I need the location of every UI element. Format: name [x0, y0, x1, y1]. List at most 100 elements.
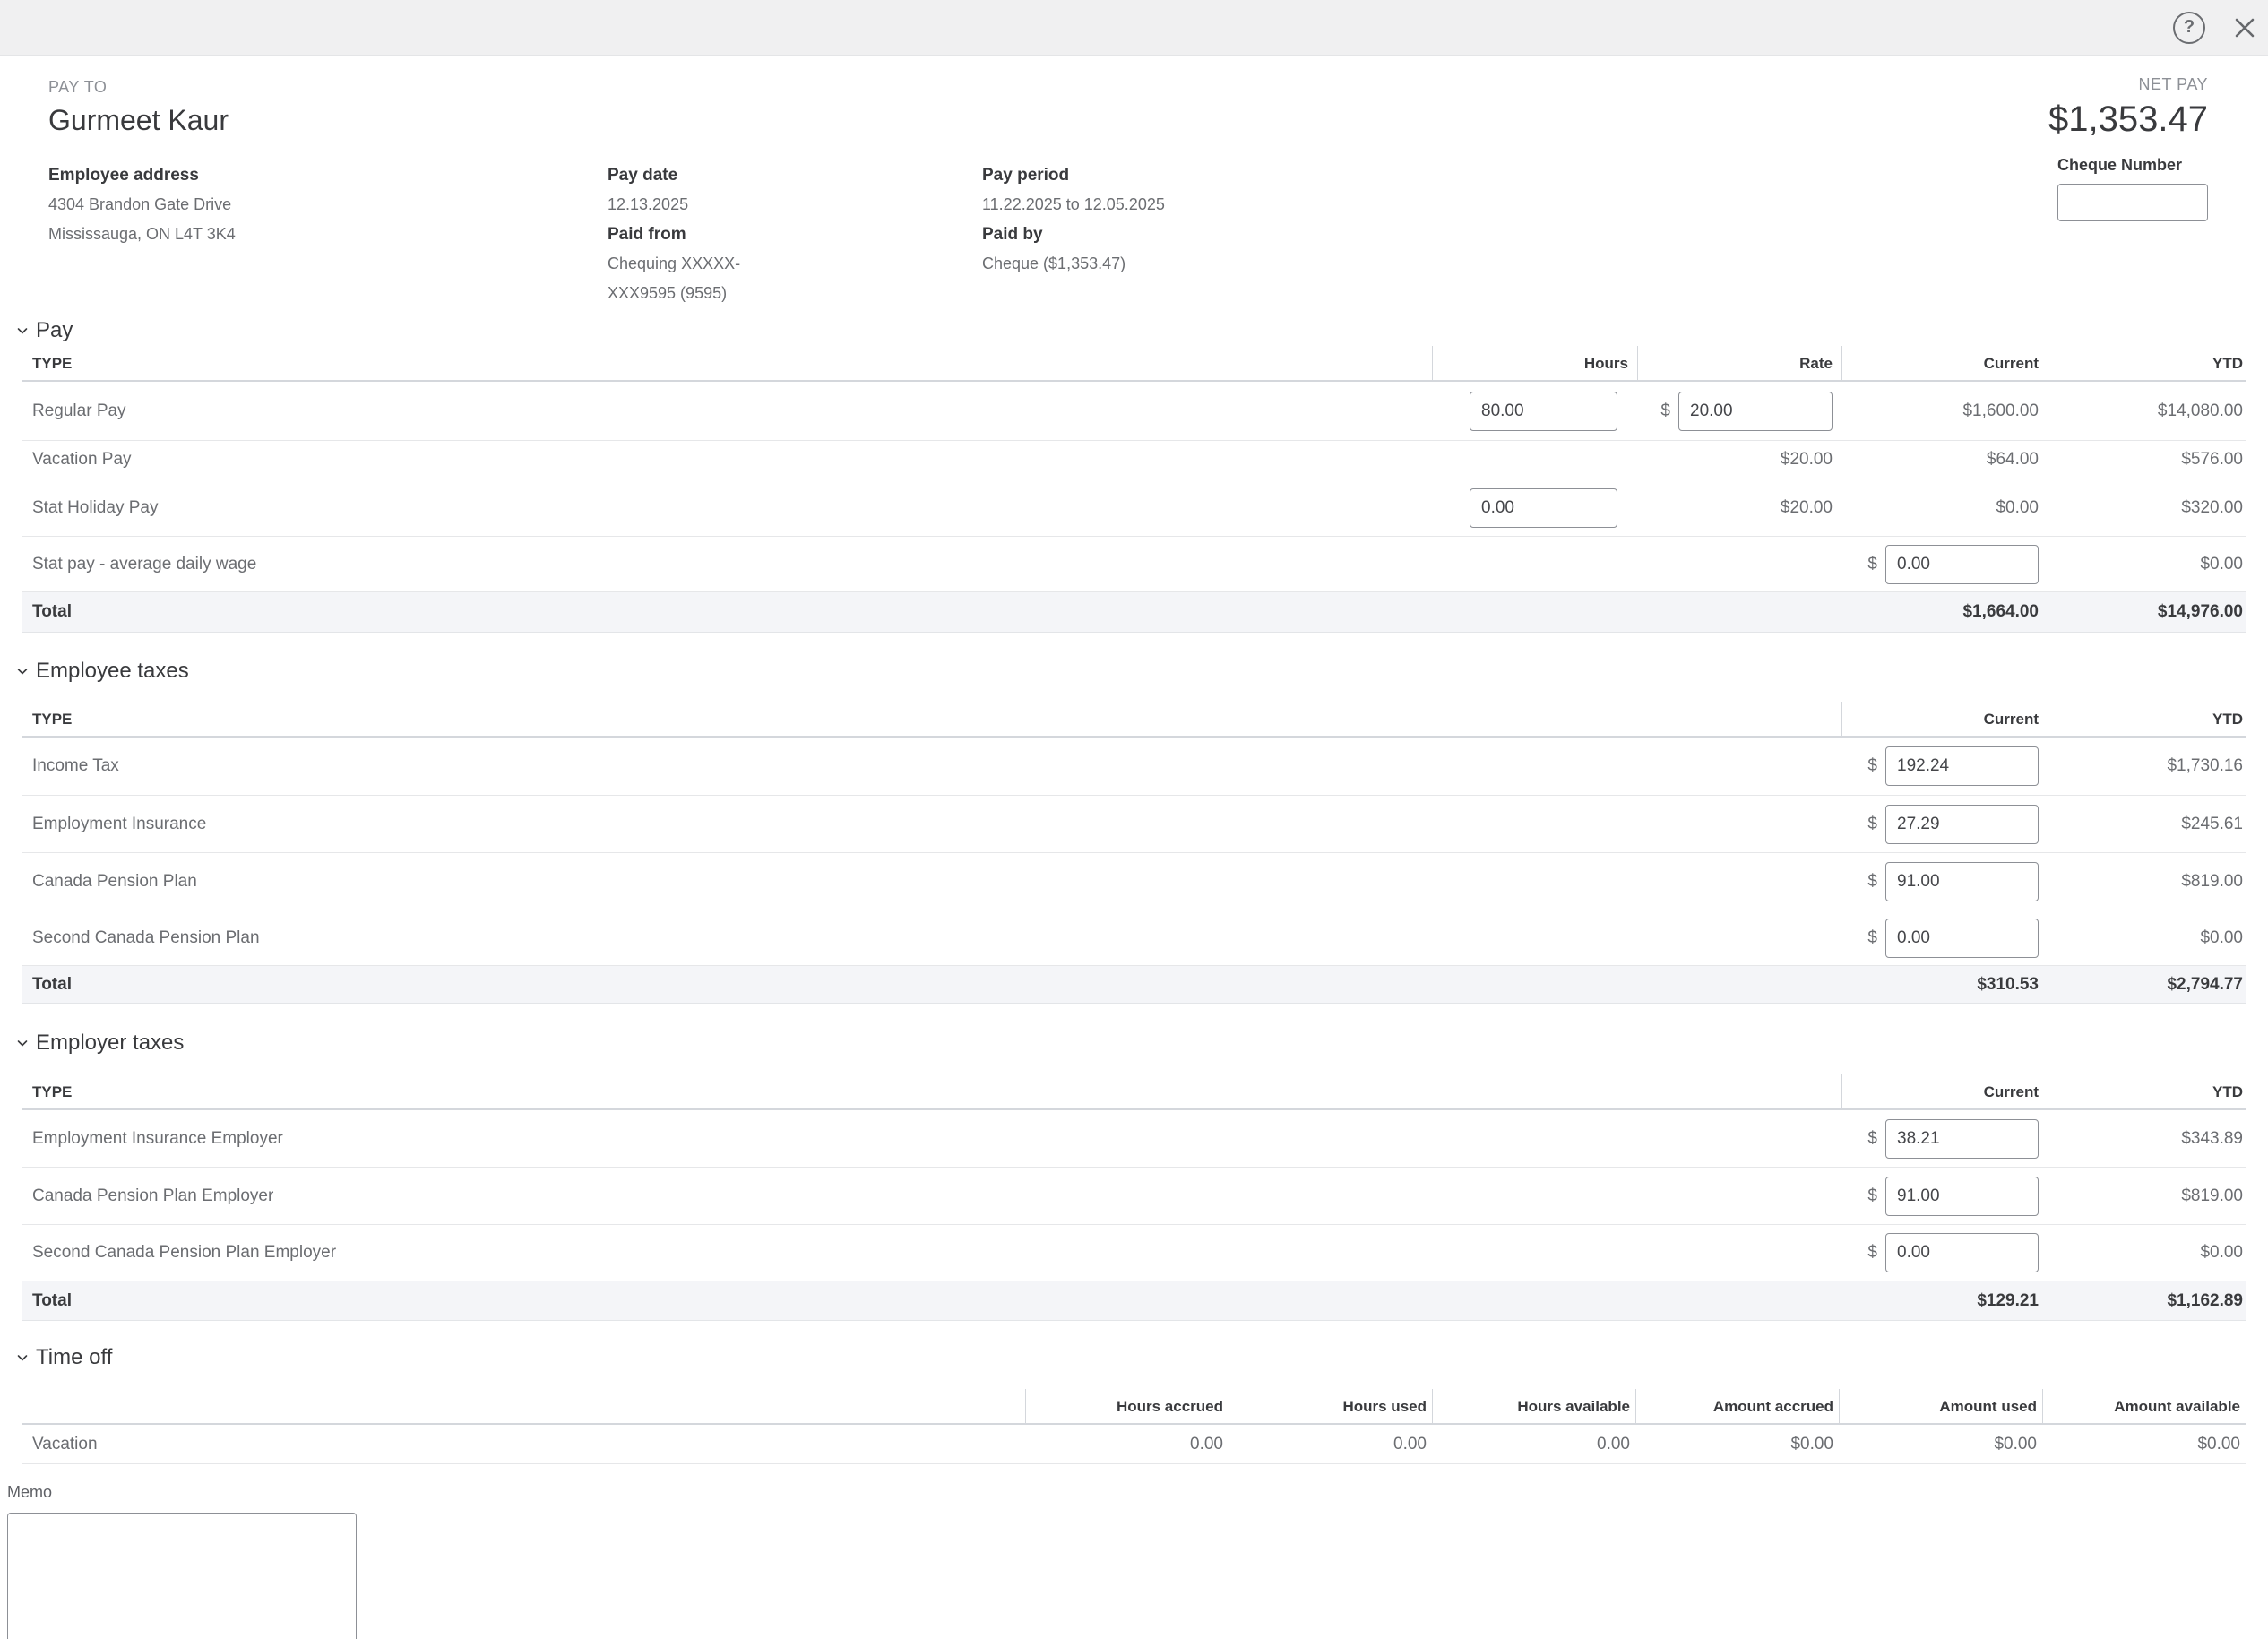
chevron-down-icon [15, 1036, 30, 1050]
column-header-hours-accrued: Hours accrued [1025, 1389, 1229, 1425]
paid-by-value: Cheque ($1,353.47) [982, 249, 1609, 279]
row-label: Vacation [22, 1435, 1025, 1454]
pay-date-value: 12.13.2025 [608, 190, 982, 220]
canada-pension-plan-input[interactable] [1885, 862, 2039, 901]
income-tax-input[interactable] [1885, 746, 2039, 786]
net-pay-label: NET PAY [2048, 75, 2208, 94]
second-canada-pension-plan-input[interactable] [1885, 919, 2039, 958]
canada-pension-plan-employer-input[interactable] [1885, 1177, 2039, 1216]
column-header-amount-accrued: Amount accrued [1635, 1389, 1839, 1425]
paid-from-line1: Chequing XXXXX- [608, 249, 982, 279]
employment-insurance-employer-input[interactable] [1885, 1119, 2039, 1159]
pay-period-value: 11.22.2025 to 12.05.2025 [982, 190, 1609, 220]
ytd-value: $576.00 [2048, 450, 2246, 470]
section-title-pay: Pay [36, 318, 73, 343]
row-label: Stat Holiday Pay [22, 498, 1432, 518]
table-row-employment-insurance: Employment Insurance $ $245.61 [22, 796, 2246, 853]
ytd-value: $1,730.16 [2048, 756, 2246, 776]
time-off-section-header[interactable]: Time off [15, 1344, 2268, 1371]
employer-taxes-total-row: Total $129.21 $1,162.89 [22, 1281, 2246, 1321]
total-current: $1,664.00 [1841, 602, 2048, 622]
pay-section-header[interactable]: Pay [15, 317, 2268, 344]
net-pay-amount: $1,353.47 [2048, 99, 2208, 140]
section-title-employee-taxes: Employee taxes [36, 659, 189, 684]
hours-accrued-value: 0.00 [1025, 1435, 1229, 1454]
column-header-type: TYPE [22, 1083, 1841, 1101]
close-icon[interactable] [2230, 13, 2259, 42]
table-row-employment-insurance-employer: Employment Insurance Employer $ $343.89 [22, 1110, 2246, 1168]
cheque-number-label: Cheque Number [2057, 156, 2208, 175]
time-off-table-header: Hours accrued Hours used Hours available… [22, 1389, 2246, 1425]
section-title-employer-taxes: Employer taxes [36, 1031, 184, 1056]
table-row-canada-pension-plan-employer: Canada Pension Plan Employer $ $819.00 [22, 1168, 2246, 1225]
employee-address-line1: 4304 Brandon Gate Drive [48, 190, 608, 220]
column-header-ytd: YTD [2048, 346, 2246, 382]
table-row-canada-pension-plan: Canada Pension Plan $ $819.00 [22, 853, 2246, 910]
pay-table-header: TYPE Hours Rate Current YTD [22, 346, 2246, 382]
help-icon[interactable]: ? [2173, 12, 2205, 44]
chevron-down-icon [15, 664, 30, 678]
row-label: Employment Insurance [22, 815, 1841, 834]
row-label: Income Tax [22, 756, 1841, 776]
pay-to-block: PAY TO Gurmeet Kaur [48, 78, 2268, 137]
table-row-regular-pay: Regular Pay $ $1,600.00 $14,080.00 [22, 382, 2246, 441]
table-row-vacation-pay: Vacation Pay $20.00 $64.00 $576.00 [22, 441, 2246, 479]
regular-pay-hours-input[interactable] [1470, 392, 1617, 431]
paid-from-label: Paid from [608, 220, 982, 249]
total-ytd: $14,976.00 [2048, 602, 2246, 622]
pay-total-row: Total $1,664.00 $14,976.00 [22, 592, 2246, 633]
employment-insurance-input[interactable] [1885, 805, 2039, 844]
time-off-table: Hours accrued Hours used Hours available… [22, 1389, 2246, 1464]
memo-block: Memo [7, 1482, 2268, 1639]
row-label: Regular Pay [22, 401, 1432, 421]
employee-taxes-total-row: Total $310.53 $2,794.77 [22, 966, 2246, 1004]
row-label: Second Canada Pension Plan [22, 928, 1841, 948]
employee-address-line2: Mississauga, ON L4T 3K4 [48, 220, 608, 249]
cheque-number-input[interactable] [2057, 184, 2208, 221]
second-canada-pension-plan-employer-input[interactable] [1885, 1233, 2039, 1272]
table-row-income-tax: Income Tax $ $1,730.16 [22, 738, 2246, 796]
dollar-prefix: $ [1867, 872, 1877, 892]
paid-by-label: Paid by [982, 220, 1609, 249]
regular-pay-rate-input[interactable] [1678, 392, 1833, 431]
ytd-value: $819.00 [2048, 1186, 2246, 1206]
employer-taxes-table-header: TYPE Current YTD [22, 1074, 2246, 1110]
column-header-type: TYPE [22, 355, 1432, 373]
rate-value: $20.00 [1637, 450, 1841, 470]
amount-used-value: $0.00 [1839, 1435, 2042, 1454]
paid-from-line2: XXX9595 (9595) [608, 279, 982, 308]
total-current: $129.21 [1841, 1291, 2048, 1311]
ytd-value: $343.89 [2048, 1129, 2246, 1149]
current-value: $0.00 [1841, 498, 2048, 518]
total-label: Total [22, 1291, 1841, 1311]
row-label: Stat pay - average daily wage [22, 555, 1432, 574]
dollar-prefix: $ [1867, 756, 1877, 776]
employee-taxes-section-header[interactable]: Employee taxes [15, 658, 2268, 685]
chevron-down-icon [15, 323, 30, 338]
top-bar: ? [0, 0, 2268, 56]
dollar-prefix: $ [1867, 815, 1877, 834]
column-header-amount-available: Amount available [2042, 1389, 2246, 1425]
memo-input[interactable] [7, 1513, 357, 1639]
dollar-prefix: $ [1660, 401, 1670, 421]
total-label: Total [22, 975, 1841, 995]
column-header-ytd: YTD [2048, 702, 2246, 738]
row-label: Canada Pension Plan Employer [22, 1186, 1841, 1206]
row-label: Second Canada Pension Plan Employer [22, 1243, 1841, 1263]
amount-available-value: $0.00 [2042, 1435, 2246, 1454]
stat-pay-average-daily-wage-input[interactable] [1885, 545, 2039, 584]
row-label: Canada Pension Plan [22, 872, 1841, 892]
pay-date-label: Pay date [608, 160, 982, 190]
row-label: Employment Insurance Employer [22, 1129, 1841, 1149]
ytd-value: $245.61 [2048, 815, 2246, 834]
ytd-value: $14,080.00 [2048, 401, 2246, 421]
column-header-hours-used: Hours used [1229, 1389, 1432, 1425]
pay-table: TYPE Hours Rate Current YTD Regular Pay … [22, 346, 2246, 633]
employer-taxes-section-header[interactable]: Employer taxes [15, 1030, 2268, 1057]
total-ytd: $2,794.77 [2048, 975, 2246, 995]
stat-holiday-hours-input[interactable] [1470, 488, 1617, 528]
column-header-type: TYPE [22, 711, 1841, 729]
column-header-ytd: YTD [2048, 1074, 2246, 1110]
paycheque-meta: Employee address 4304 Brandon Gate Drive… [48, 160, 2268, 308]
column-header-rate: Rate [1637, 346, 1841, 382]
